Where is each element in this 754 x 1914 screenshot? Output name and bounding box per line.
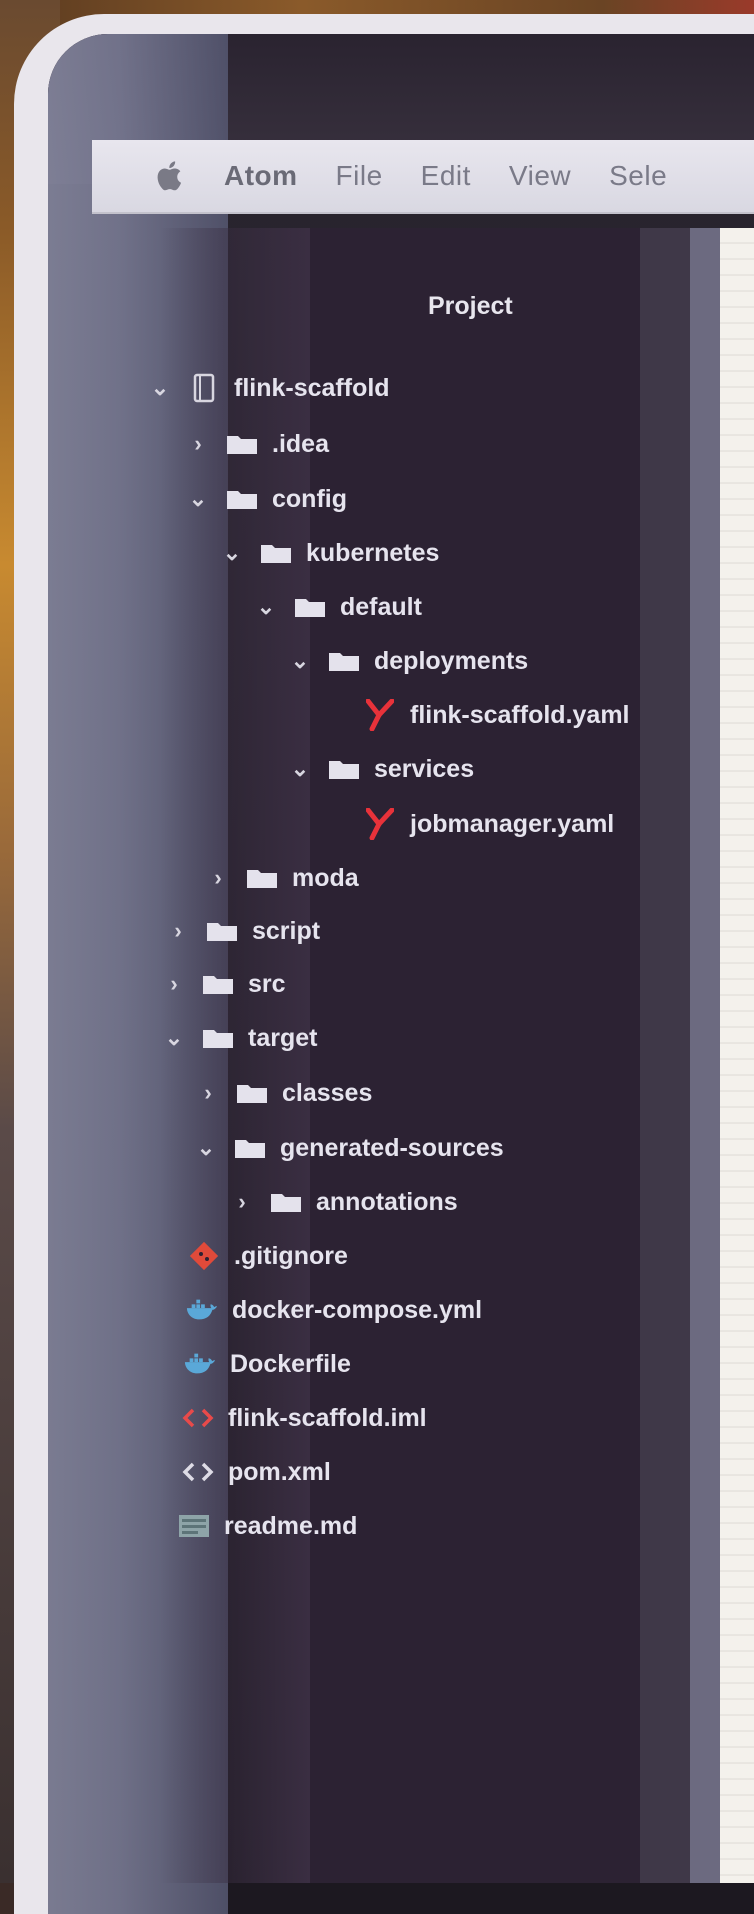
tree-item-label: kubernetes (306, 538, 440, 567)
tree-item-default[interactable]: ⌄ default (256, 587, 422, 627)
tree-item-generated-sources[interactable]: ⌄ generated-sources (196, 1128, 504, 1168)
folder-icon (226, 433, 258, 455)
folder-icon (328, 650, 360, 672)
folder-icon (226, 488, 258, 510)
folder-icon (206, 920, 238, 942)
tree-item-config[interactable]: ⌄ config (188, 479, 347, 519)
chevron-down-icon[interactable]: ⌄ (290, 756, 310, 782)
tree-item-flink-scaffold[interactable]: ⌄ flink-scaffold (150, 368, 390, 408)
tree-item-src[interactable]: › src (164, 964, 286, 1004)
tree-item-label: pom.xml (228, 1457, 331, 1486)
menu-file[interactable]: File (336, 160, 383, 192)
yaml-icon (364, 808, 396, 840)
tree-item-label: src (248, 969, 286, 998)
tree-item-moda[interactable]: › moda (208, 858, 359, 898)
repo-icon (188, 372, 220, 404)
folder-icon (202, 1027, 234, 1049)
tree-item-label: deployments (374, 646, 529, 675)
chevron-down-icon[interactable]: ⌄ (256, 594, 276, 620)
folder-icon (260, 542, 292, 564)
chevron-right-icon[interactable]: › (164, 971, 184, 997)
folder-icon (202, 973, 234, 995)
tree-item-label: annotations (316, 1187, 458, 1216)
tree-item-flink-scaffold-yaml[interactable]: flink-scaffold.yaml (364, 695, 630, 735)
tree-item-label: config (272, 484, 347, 513)
code-icon (182, 1456, 214, 1488)
chevron-down-icon[interactable]: ⌄ (150, 375, 170, 401)
tree-item-pom-xml[interactable]: pom.xml (182, 1452, 331, 1492)
folder-icon (246, 867, 278, 889)
tree-item-docker-compose[interactable]: docker-compose.yml (186, 1290, 482, 1330)
tree-item-deployments[interactable]: ⌄ deployments (290, 641, 528, 681)
tree-item-label: classes (282, 1078, 373, 1107)
chevron-right-icon[interactable]: › (232, 1189, 252, 1215)
chevron-right-icon[interactable]: › (198, 1080, 218, 1106)
docker-icon (184, 1348, 216, 1380)
tree-item-label: services (374, 754, 475, 783)
tree-item-script[interactable]: › script (168, 911, 320, 951)
tree-item-jobmanager-yaml[interactable]: jobmanager.yaml (364, 804, 614, 844)
tree-item-label: .gitignore (234, 1241, 348, 1270)
code-icon (182, 1402, 214, 1434)
folder-icon (270, 1191, 302, 1213)
menu-bar: Atom File Edit View Sele (92, 140, 754, 214)
tree-item-label: moda (292, 863, 359, 892)
tree-item-classes[interactable]: › classes (198, 1073, 372, 1113)
tree-item-label: Dockerfile (230, 1349, 351, 1378)
chevron-right-icon[interactable]: › (168, 918, 188, 944)
tree-item-flink-scaffold-iml[interactable]: flink-scaffold.iml (182, 1398, 427, 1438)
tree-item-readme[interactable]: readme.md (178, 1506, 357, 1546)
tree-item-annotations[interactable]: › annotations (232, 1182, 458, 1222)
tree-item-label: script (252, 916, 321, 945)
tree-item-label: flink-scaffold.yaml (410, 700, 630, 729)
panel-divider[interactable] (690, 228, 720, 1883)
tree-item-label: readme.md (224, 1511, 358, 1540)
tree-item-services[interactable]: ⌄ services (290, 749, 474, 789)
folder-icon (328, 758, 360, 780)
menu-edit[interactable]: Edit (421, 160, 471, 192)
chevron-down-icon[interactable]: ⌄ (222, 540, 242, 566)
tree-item-label: docker-compose.yml (232, 1295, 483, 1324)
yaml-icon (364, 699, 396, 731)
docker-icon (186, 1294, 218, 1326)
tree-item-gitignore[interactable]: .gitignore (188, 1236, 348, 1276)
tree-item-label: target (248, 1023, 318, 1052)
tree-item-idea[interactable]: › .idea (188, 424, 329, 464)
tree-item-kubernetes[interactable]: ⌄ kubernetes (222, 533, 440, 573)
tree-item-label: default (340, 592, 422, 621)
chevron-down-icon[interactable]: ⌄ (164, 1025, 184, 1051)
folder-icon (294, 596, 326, 618)
menu-view[interactable]: View (509, 160, 571, 192)
chevron-right-icon[interactable]: › (208, 865, 228, 891)
tree-item-target[interactable]: ⌄ target (164, 1018, 318, 1058)
tree-item-label: .idea (272, 429, 329, 458)
tree-item-dockerfile[interactable]: Dockerfile (184, 1344, 351, 1384)
folder-icon (236, 1082, 268, 1104)
tree-item-label: generated-sources (280, 1133, 504, 1162)
editor-pane[interactable] (720, 228, 754, 1883)
menu-atom[interactable]: Atom (224, 160, 298, 192)
chevron-down-icon[interactable]: ⌄ (290, 648, 310, 674)
tree-item-label: jobmanager.yaml (410, 809, 615, 838)
apple-menu-icon[interactable] (154, 159, 188, 193)
menu-selection[interactable]: Sele (609, 160, 667, 192)
markdown-icon (178, 1510, 210, 1542)
tree-item-label: flink-scaffold.iml (228, 1403, 427, 1432)
chevron-down-icon[interactable]: ⌄ (196, 1135, 216, 1161)
panel-title: Project (428, 292, 513, 320)
tree-item-label: flink-scaffold (234, 373, 390, 402)
git-icon (188, 1240, 220, 1272)
folder-icon (234, 1137, 266, 1159)
chevron-right-icon[interactable]: › (188, 431, 208, 457)
chevron-down-icon[interactable]: ⌄ (188, 486, 208, 512)
